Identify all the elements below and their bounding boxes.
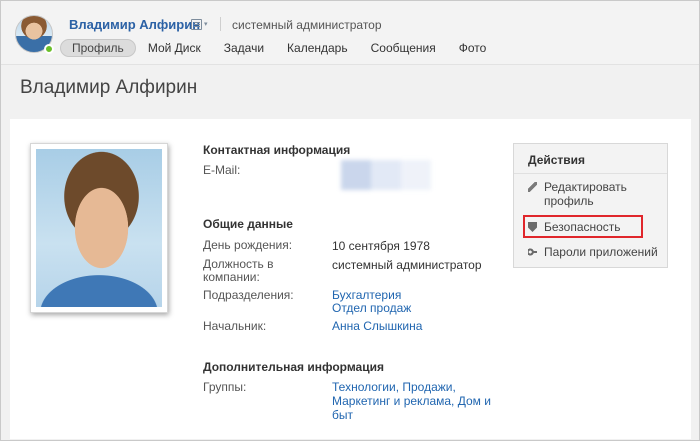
online-status-icon — [44, 44, 54, 54]
menu-list-icon — [191, 18, 202, 30]
email-value-blurred — [331, 160, 441, 190]
profile-card: Контактная информация E-Mail: Общие данн… — [10, 119, 691, 439]
edit-profile-label-line1: Редактировать — [544, 180, 627, 194]
pencil-icon — [528, 182, 537, 192]
groups-link-line1[interactable]: Технологии, Продажи, — [332, 380, 456, 394]
position-value: системный администратор — [332, 258, 482, 272]
profile-photo-frame — [30, 143, 168, 313]
extra-section-title: Дополнительная информация — [203, 360, 384, 374]
page-title: Владимир Алфирин — [20, 77, 198, 98]
general-section-title: Общие данные — [203, 217, 293, 231]
tab-calendar[interactable]: Календарь — [276, 39, 359, 57]
departments-label: Подразделения: — [203, 288, 294, 302]
manager-label: Начальник: — [203, 319, 267, 333]
department-link-accounting[interactable]: Бухгалтерия — [332, 288, 401, 302]
user-position: системный администратор — [232, 18, 382, 32]
actions-divider — [514, 173, 667, 174]
security-action[interactable]: Безопасность — [528, 220, 621, 234]
actions-title: Действия — [528, 153, 586, 167]
shield-icon — [528, 222, 537, 232]
profile-nav: Профиль Мой Диск Задачи Календарь Сообще… — [60, 38, 498, 58]
edit-profile-label: Редактировать профиль — [544, 180, 627, 208]
tab-profile[interactable]: Профиль — [60, 39, 136, 57]
security-label: Безопасность — [544, 220, 621, 234]
chevron-down-icon: ▾ — [204, 21, 208, 28]
edit-profile-action[interactable]: Редактировать профиль — [528, 180, 627, 208]
tab-tasks[interactable]: Задачи — [213, 39, 275, 57]
groups-link-line2[interactable]: Маркетинг и реклама, Дом и — [332, 394, 491, 408]
actions-panel: Действия Редактировать профиль Безопасно… — [513, 143, 668, 268]
birthday-label: День рождения: — [203, 238, 293, 252]
birthday-value: 10 сентября 1978 — [332, 239, 430, 253]
user-menu-toggle[interactable]: ▾ — [191, 17, 211, 31]
tab-my-drive[interactable]: Мой Диск — [137, 39, 212, 57]
contact-section-title: Контактная информация — [203, 143, 351, 157]
manager-link[interactable]: Анна Слышкина — [332, 319, 422, 333]
tab-messages[interactable]: Сообщения — [360, 39, 447, 57]
email-label: E-Mail: — [203, 163, 241, 177]
user-name-link[interactable]: Владимир Алфирин — [69, 17, 200, 32]
header-divider — [220, 17, 221, 31]
position-label-line2: компании: — [203, 270, 260, 284]
groups-link-line3[interactable]: быт — [332, 408, 353, 422]
top-header: Владимир Алфирин ▾ системный администрат… — [1, 1, 699, 65]
groups-label: Группы: — [203, 380, 247, 394]
department-link-sales[interactable]: Отдел продаж — [332, 301, 411, 315]
app-passwords-label: Пароли приложений — [544, 245, 658, 259]
tab-photo[interactable]: Фото — [448, 39, 498, 57]
edit-profile-label-line2: профиль — [544, 194, 594, 208]
app-passwords-action[interactable]: Пароли приложений — [528, 245, 658, 259]
profile-photo[interactable] — [36, 149, 162, 307]
key-icon — [528, 247, 537, 257]
